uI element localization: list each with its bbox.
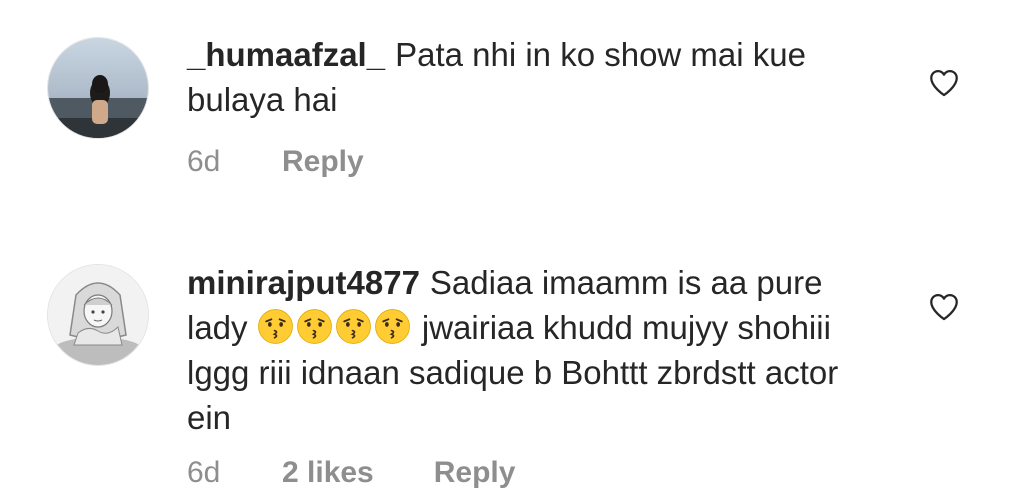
comment-username[interactable]: _humaafzal_ <box>187 36 385 73</box>
comment-text: _humaafzal_ Pata nhi in ko show mai kue b… <box>187 32 887 122</box>
comment-time[interactable]: 6d <box>187 456 282 490</box>
kissing-face-icon <box>335 309 371 344</box>
comment-item: _humaafzal_ Pata nhi in ko show mai kue b… <box>0 0 1024 240</box>
reply-button[interactable]: Reply <box>282 145 364 179</box>
likes-count[interactable]: 2 likes <box>282 456 374 490</box>
comment-time[interactable]: 6d <box>187 145 282 179</box>
like-heart-icon[interactable] <box>927 290 961 324</box>
comment-meta: 6d 2 likes Reply <box>187 456 515 490</box>
comment-item: minirajput4877 Sadiaa imaamm is aa pure l… <box>0 240 1024 503</box>
reply-button[interactable]: Reply <box>434 456 516 490</box>
avatar[interactable] <box>47 264 149 366</box>
avatar-photo-icon <box>48 38 148 138</box>
comment-text: minirajput4877 Sadiaa imaamm is aa pure l… <box>187 260 887 440</box>
kissing-face-icon <box>374 309 410 344</box>
avatar[interactable] <box>47 37 149 139</box>
kissing-face-icon <box>257 309 293 344</box>
comment-list: _humaafzal_ Pata nhi in ko show mai kue b… <box>0 0 1024 503</box>
avatar-cartoon-icon <box>48 265 148 365</box>
kissing-face-icon <box>296 309 332 344</box>
like-heart-icon[interactable] <box>927 66 961 100</box>
comment-meta: 6d Reply <box>187 145 364 179</box>
comment-username[interactable]: minirajput4877 <box>187 264 420 301</box>
